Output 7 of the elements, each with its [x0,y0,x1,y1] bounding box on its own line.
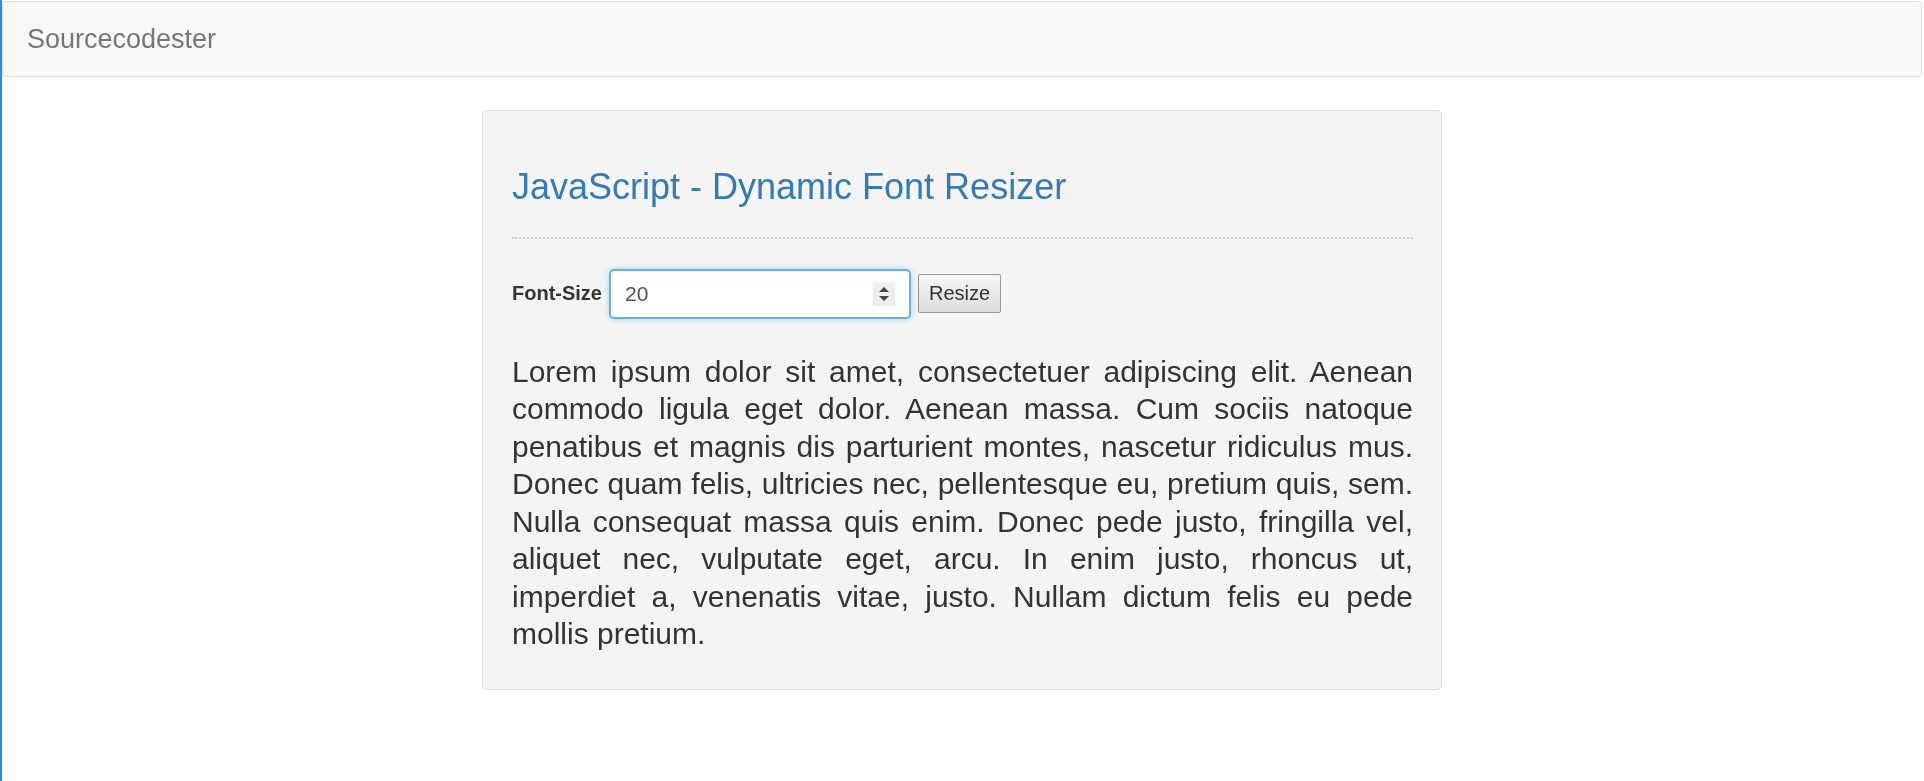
font-size-label: Font-Size [512,282,602,306]
page-title: JavaScript - Dynamic Font Resizer [512,167,1068,207]
spinner-icon[interactable] [873,281,895,306]
resize-button[interactable]: Resize [918,274,1002,314]
paragraph: Lorem ipsum dolor sit amet, consectetuer adipiscing elit. Aenean commodo ligula eget dolor. Aenean massa. Cum sociis natoque penatibus et magnis dis parturient montes, nascetur ridiculus mus. Donec quam felis, ultricies nec, pellentesque eu, pretium quis, sem. Nulla consequat massa quis enim. Donec pede justo, fringilla vel, aliquet nec, vulputate eget, arcu. In enim justo, rhoncus ut, imperdiet a, venenatis vitae, justo. Nullam dictum felis eu pede mollis pretium. [512,353,1413,653]
brand-link[interactable]: Sourcecodester [27,23,217,55]
number-input[interactable]: 20 [609,268,911,319]
